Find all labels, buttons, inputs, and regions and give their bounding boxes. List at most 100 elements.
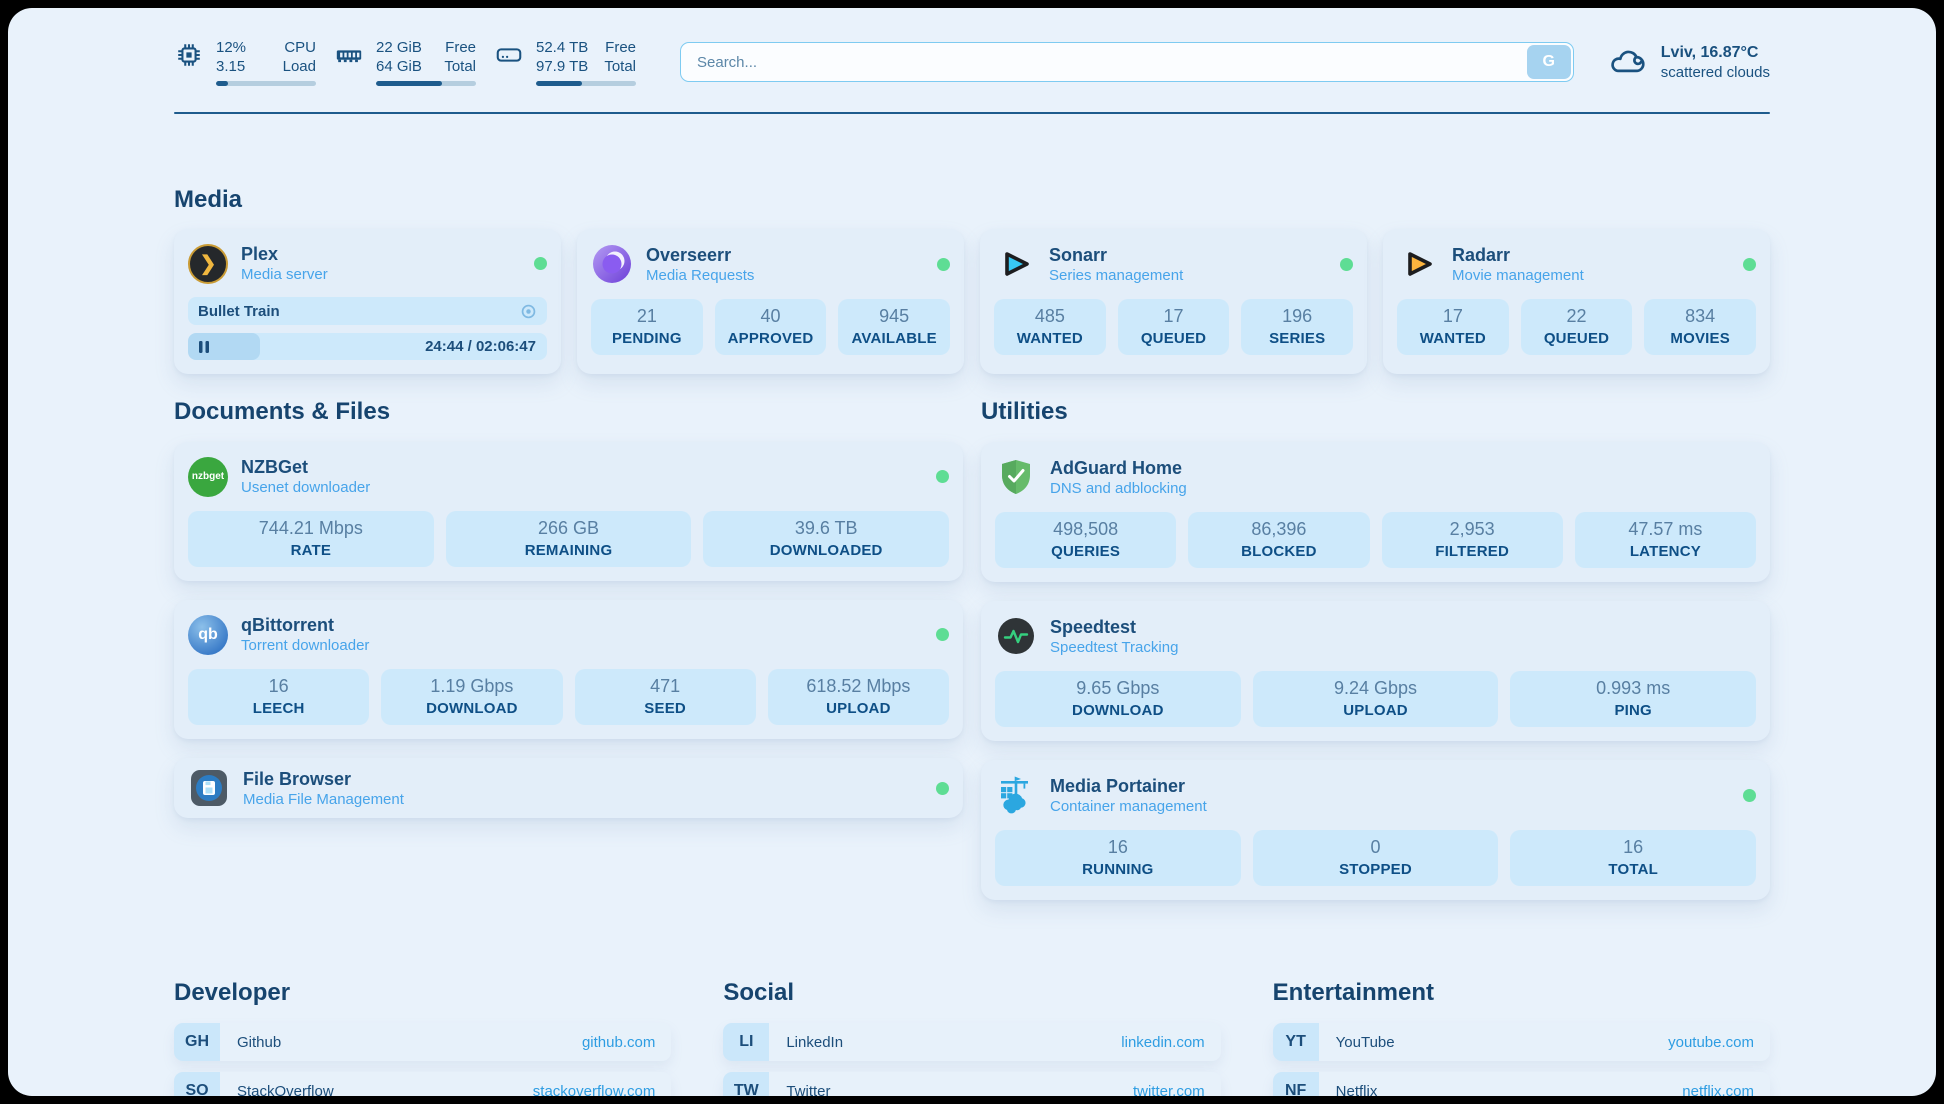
service-card-portainer[interactable]: Media Portainer Container management 16 … — [981, 760, 1770, 900]
stat-blocked: 86,396 BLOCKED — [1188, 512, 1369, 568]
stat-value: 0 — [1257, 837, 1495, 858]
service-card-adguard[interactable]: AdGuard Home DNS and adblocking 498,508 … — [981, 442, 1770, 582]
stat-downloaded: 39.6 TB DOWNLOADED — [703, 511, 949, 567]
status-dot — [1743, 258, 1756, 271]
service-card-overseerr[interactable]: Overseerr Media Requests 21 PENDING 40 A… — [577, 229, 964, 374]
bookmark-netflix[interactable]: NF Netflix netflix.com — [1273, 1072, 1770, 1096]
stat-label: UPLOAD — [1257, 702, 1495, 719]
stat-label: MOVIES — [1648, 330, 1752, 347]
ram-progress-track — [376, 81, 476, 86]
stat-approved: 40 APPROVED — [715, 299, 827, 355]
bookmark-name: LinkedIn — [786, 1034, 843, 1051]
status-dot — [1743, 789, 1756, 802]
stat-value: 471 — [579, 676, 752, 697]
utilities-column: Utilities AdGuard Home — [981, 398, 1770, 919]
bookmark-twitter[interactable]: TW Twitter twitter.com — [723, 1072, 1220, 1096]
stat-value: 618.52 Mbps — [772, 676, 945, 697]
bookmark-stackoverflow[interactable]: SO StackOverflow stackoverflow.com — [174, 1072, 671, 1096]
stat-label: UPLOAD — [772, 700, 945, 717]
bookmark-youtube[interactable]: YT YouTube youtube.com — [1273, 1023, 1770, 1061]
stat-queued: 22 QUEUED — [1521, 299, 1633, 355]
bookmark-name: Twitter — [786, 1083, 830, 1097]
stat-label: SERIES — [1245, 330, 1349, 347]
stat-label: LEECH — [192, 700, 365, 717]
stat-pending: 21 PENDING — [591, 299, 703, 355]
status-dot — [937, 258, 950, 271]
stat-label: WANTED — [998, 330, 1102, 347]
bookmark-url: youtube.com — [1668, 1034, 1754, 1051]
stat-running: 16 RUNNING — [995, 830, 1241, 886]
app-subtitle: Torrent downloader — [241, 636, 369, 655]
app-name: Sonarr — [1049, 244, 1183, 266]
bookmark-name: StackOverflow — [237, 1083, 334, 1097]
dashboard-page: 12% 3.15 CPU Load — [8, 8, 1936, 1096]
stat-download: 9.65 Gbps DOWNLOAD — [995, 671, 1241, 727]
stat-value: 266 GB — [450, 518, 688, 539]
stat-label: TOTAL — [1514, 861, 1752, 878]
stat-ping: 0.993 ms PING — [1510, 671, 1756, 727]
filebrowser-icon — [188, 767, 230, 809]
section-title-social: Social — [723, 979, 1220, 1007]
stat-filtered: 2,953 FILTERED — [1382, 512, 1563, 568]
app-name: Media Portainer — [1050, 775, 1207, 797]
stat-label: BLOCKED — [1192, 543, 1365, 560]
stat-upload: 618.52 Mbps UPLOAD — [768, 669, 949, 725]
app-subtitle: Usenet downloader — [241, 478, 370, 497]
search-engine-button[interactable]: G — [1527, 45, 1571, 79]
playback-progress-bar: 24:44 / 02:06:47 — [188, 333, 547, 360]
stat-value: 196 — [1245, 306, 1349, 327]
app-subtitle: DNS and adblocking — [1050, 479, 1187, 498]
stat-value: 21 — [595, 306, 699, 327]
section-title-media: Media — [174, 186, 1770, 214]
disk-widget: 52.4 TB 97.9 TB Free Total — [494, 38, 636, 86]
service-card-qbittorrent[interactable]: qb qBittorrent Torrent downloader 16 LEE… — [174, 600, 963, 739]
service-card-speedtest[interactable]: Speedtest Speedtest Tracking 9.65 Gbps D… — [981, 601, 1770, 741]
bookmark-badge: GH — [174, 1023, 220, 1061]
bookmark-badge: LI — [723, 1023, 769, 1061]
section-title-developer: Developer — [174, 979, 671, 1007]
stat-label: FILTERED — [1386, 543, 1559, 560]
stat-queued: 17 QUEUED — [1118, 299, 1230, 355]
bookmark-group-developer: Developer GH Github github.com SO StackO… — [174, 979, 671, 1096]
service-card-sonarr[interactable]: Sonarr Series management 485 WANTED 17 Q… — [980, 229, 1367, 374]
stat-wanted: 17 WANTED — [1397, 299, 1509, 355]
bookmark-name: Github — [237, 1034, 281, 1051]
stat-series: 196 SERIES — [1241, 299, 1353, 355]
status-dot — [936, 782, 949, 795]
documents-column: Documents & Files nzbget NZBGet Usenet d… — [174, 398, 963, 919]
stat-label: STOPPED — [1257, 861, 1495, 878]
service-card-filebrowser[interactable]: File Browser Media File Management — [174, 758, 963, 818]
stat-value: 945 — [842, 306, 946, 327]
service-card-nzbget[interactable]: nzbget NZBGet Usenet downloader 744.21 M… — [174, 442, 963, 581]
pause-icon — [199, 341, 209, 353]
stat-label: REMAINING — [450, 542, 688, 559]
stat-label: RUNNING — [999, 861, 1237, 878]
stat-movies: 834 MOVIES — [1644, 299, 1756, 355]
qbittorrent-icon: qb — [188, 615, 228, 655]
ram-widget: 22 GiB 64 GiB Free Total — [334, 38, 476, 86]
stat-remaining: 266 GB REMAINING — [446, 511, 692, 567]
now-playing-row: Bullet Train — [188, 297, 547, 325]
bookmark-linkedin[interactable]: LI LinkedIn linkedin.com — [723, 1023, 1220, 1061]
bookmark-group-social: Social LI LinkedIn linkedin.com TW Twitt… — [723, 979, 1220, 1096]
service-card-radarr[interactable]: Radarr Movie management 17 WANTED 22 QUE… — [1383, 229, 1770, 374]
stat-stopped: 0 STOPPED — [1253, 830, 1499, 886]
stat-available: 945 AVAILABLE — [838, 299, 950, 355]
stat-wanted: 485 WANTED — [994, 299, 1106, 355]
app-subtitle: Speedtest Tracking — [1050, 638, 1178, 657]
adguard-icon — [995, 456, 1037, 498]
bookmark-github[interactable]: GH Github github.com — [174, 1023, 671, 1061]
stat-value: 498,508 — [999, 519, 1172, 540]
app-name: File Browser — [243, 768, 404, 790]
search-input[interactable] — [680, 42, 1574, 82]
disk-progress-fill — [536, 81, 582, 86]
stat-value: 47.57 ms — [1579, 519, 1752, 540]
service-card-plex[interactable]: ❯ Plex Media server Bullet Train — [174, 229, 561, 374]
nzbget-icon: nzbget — [188, 457, 228, 497]
bookmark-url: stackoverflow.com — [533, 1083, 656, 1097]
stat-label: PING — [1514, 702, 1752, 719]
cpu-load-value: 3.15 — [216, 57, 246, 76]
overseerr-icon — [591, 243, 633, 285]
stat-value: 17 — [1122, 306, 1226, 327]
cpu-label-top: CPU — [283, 38, 316, 57]
